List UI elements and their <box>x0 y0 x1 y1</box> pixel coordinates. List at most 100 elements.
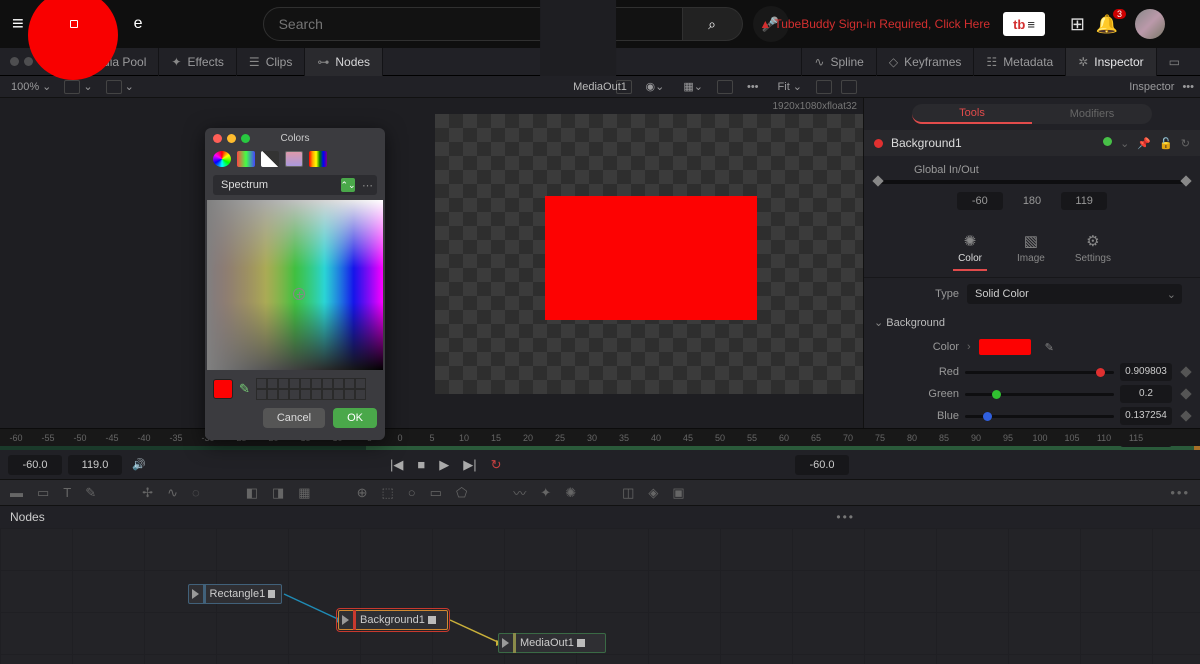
blue-slider[interactable] <box>965 415 1114 418</box>
channel-a2-icon[interactable] <box>816 80 832 94</box>
globe-opt-icon[interactable]: ◉⌄ <box>641 80 670 93</box>
lock-icon[interactable]: 🔓 <box>1159 137 1173 150</box>
green-keyframe-icon[interactable] <box>1180 388 1191 399</box>
hamburger-icon[interactable]: ≡ <box>12 13 24 36</box>
tab-extra-icon[interactable]: ▭ <box>1156 48 1192 76</box>
tool-poly-icon[interactable]: ⬠ <box>456 485 467 501</box>
picker-pencils-tab[interactable] <box>309 151 327 167</box>
pin-icon[interactable]: 📌 <box>1137 137 1151 150</box>
tab-nodes[interactable]: ⊶Nodes <box>305 48 383 76</box>
subtab-settings[interactable]: ⚙Settings <box>1075 232 1111 271</box>
color-expand-icon[interactable]: › <box>967 341 971 353</box>
toolbar-more-icon[interactable]: ••• <box>1170 485 1190 500</box>
subtab-image[interactable]: ▧Image <box>1017 232 1045 271</box>
fit-menu[interactable]: Fit⌄ <box>773 80 807 93</box>
timecode-current[interactable]: -60.0 <box>795 455 849 475</box>
tool-blur-icon[interactable]: ◌ <box>192 485 200 500</box>
notifications-icon[interactable]: 🔔3 <box>1096 14 1118 35</box>
tool-brush-icon[interactable]: ✎ <box>85 485 96 501</box>
tool-render-icon[interactable]: ▣ <box>672 485 684 501</box>
tab-effects[interactable]: ✦Effects <box>159 48 237 76</box>
picker-sliders-tab[interactable] <box>237 151 255 167</box>
node-rectangle1[interactable]: Rectangle1 <box>188 584 282 604</box>
more-opt-icon[interactable]: ••• <box>742 81 764 93</box>
tab-clips[interactable]: ☰Clips <box>237 48 305 76</box>
picker-cancel-button[interactable]: Cancel <box>263 408 325 428</box>
speaker-icon[interactable]: 🔊 <box>132 458 146 471</box>
enable-dot-icon[interactable] <box>1103 137 1112 146</box>
node-mediaout1[interactable]: MediaOut1 <box>498 633 606 653</box>
global-out-value[interactable]: 119 <box>1061 192 1107 210</box>
picker-eyedropper-icon[interactable]: ✎ <box>239 381 250 397</box>
blue-keyframe-icon[interactable] <box>1180 410 1191 421</box>
picker-close-icon[interactable] <box>213 134 222 143</box>
tool-color-icon[interactable]: ◧ <box>246 485 258 501</box>
tab-metadata[interactable]: ☷Metadata <box>973 48 1065 76</box>
tool-3d-icon[interactable]: ◫ <box>622 485 634 501</box>
loop-icon[interactable]: ↻ <box>491 457 502 473</box>
tool-curve-icon[interactable]: ∿ <box>167 485 178 501</box>
node-graph[interactable]: Rectangle1 Background1 MediaOut1 <box>0 528 1200 664</box>
global-range-slider[interactable] <box>874 180 1190 184</box>
picker-mode-select[interactable]: Spectrum⌃⌄⋯ <box>213 175 377 195</box>
tubebuddy-warning-link[interactable]: TubeBuddy Sign-in Required, Click Here <box>759 17 990 31</box>
tubebuddy-badge[interactable]: tb <box>1003 12 1045 36</box>
swatch-grid[interactable] <box>256 378 366 400</box>
search-button[interactable]: ⌕ <box>683 7 743 41</box>
timeline-ruler[interactable]: -60-55-50-45-40-35-30-25-20-15-10-505101… <box>0 428 1200 446</box>
green-slider[interactable] <box>965 393 1114 396</box>
timecode-in[interactable]: -60.0 <box>8 455 62 475</box>
tool-mask-icon[interactable]: ○ <box>408 485 416 500</box>
type-select[interactable]: Solid Color <box>967 284 1182 304</box>
picker-image-tab[interactable] <box>285 151 303 167</box>
versions-icon[interactable]: ⌄ <box>1120 137 1129 150</box>
reset-icon[interactable]: ↻ <box>1181 137 1190 150</box>
picker-zoom-icon[interactable] <box>241 134 250 143</box>
section-background[interactable]: Background <box>864 310 1200 335</box>
inspector-more-icon[interactable]: ••• <box>1182 81 1194 93</box>
node-background1[interactable]: Background1 <box>338 610 448 630</box>
spectrum-area[interactable] <box>207 200 383 370</box>
inspector-tab-modifiers[interactable]: Modifiers <box>1032 104 1152 124</box>
blue-value[interactable]: 0.137254 <box>1120 407 1172 425</box>
current-color-swatch[interactable] <box>213 379 233 399</box>
nodes-more-icon[interactable]: ••• <box>836 510 855 524</box>
picker-minimize-icon[interactable] <box>227 134 236 143</box>
eyedropper-icon[interactable]: ✎ <box>1045 341 1054 354</box>
go-end-icon[interactable]: ▶| <box>463 457 476 473</box>
red-slider[interactable] <box>965 371 1114 374</box>
tool-spline-icon[interactable]: 〰 <box>513 483 526 502</box>
zoom-level[interactable]: 100%⌄ <box>6 80 56 93</box>
stop-icon[interactable]: ■ <box>417 457 425 473</box>
tool-lut-icon[interactable]: ▦ <box>298 485 310 501</box>
channel-a-icon[interactable] <box>64 80 80 94</box>
tool-tracker-icon[interactable]: ✢ <box>142 485 153 501</box>
tool-light-icon[interactable]: ✺ <box>565 485 576 501</box>
inspector-node-header[interactable]: Background1 ⌄📌🔓↻ <box>864 130 1200 156</box>
picker-ok-button[interactable]: OK <box>333 408 377 428</box>
tool-camera-icon[interactable]: ◈ <box>648 485 658 501</box>
tool-paint-icon[interactable]: ▭ <box>37 485 49 501</box>
tool-background-icon[interactable]: ▬ <box>10 485 23 500</box>
go-start-icon[interactable]: |◀ <box>390 457 403 473</box>
view2-icon[interactable] <box>841 80 857 94</box>
tab-keyframes[interactable]: ◇Keyframes <box>876 48 974 76</box>
user-avatar[interactable] <box>1135 9 1165 39</box>
tab-inspector[interactable]: ✲Inspector <box>1065 48 1155 76</box>
green-value[interactable]: 0.2 <box>1120 385 1172 403</box>
subtab-color[interactable]: ✺Color <box>953 232 987 271</box>
spectrum-cursor[interactable] <box>293 288 305 300</box>
tool-particle-icon[interactable]: ✦ <box>540 485 551 501</box>
global-in-value[interactable]: -60 <box>957 192 1003 210</box>
color-swatch[interactable] <box>979 339 1031 355</box>
play-icon[interactable]: ▶ <box>439 457 449 473</box>
picker-palette-tab[interactable] <box>261 151 279 167</box>
tool-rect-icon[interactable]: ▭ <box>430 485 442 501</box>
frame-opt-icon[interactable] <box>717 80 733 94</box>
timecode-out[interactable]: 119.0 <box>68 455 122 475</box>
tool-levels-icon[interactable]: ◨ <box>272 485 284 501</box>
tool-transform-icon[interactable]: ⬚ <box>382 485 394 501</box>
tool-merge-icon[interactable]: ⊕ <box>357 485 368 501</box>
red-keyframe-icon[interactable] <box>1180 366 1191 377</box>
red-value[interactable]: 0.909803 <box>1120 363 1172 381</box>
